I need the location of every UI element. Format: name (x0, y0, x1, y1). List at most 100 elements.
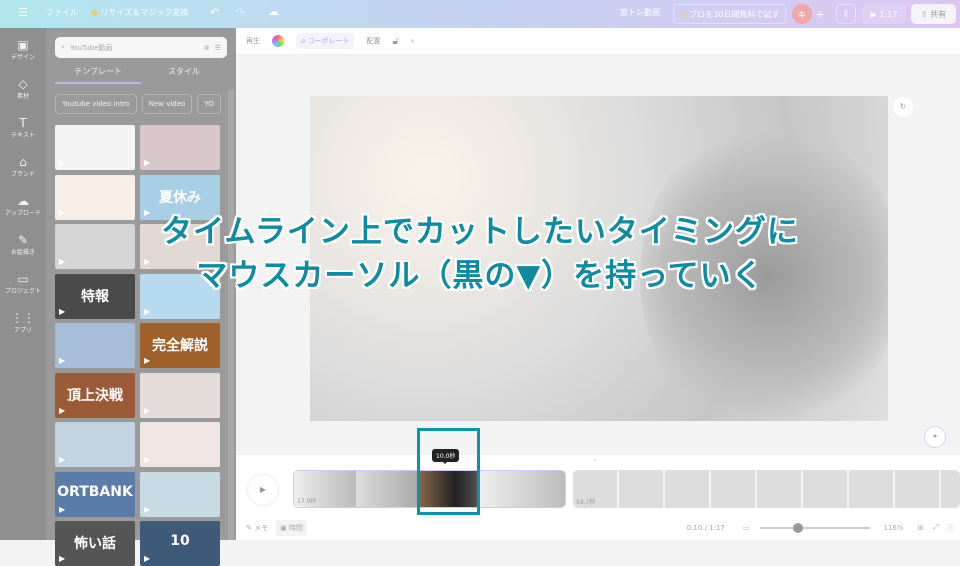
arrange-button[interactable]: 配置 (366, 36, 380, 46)
sidebar-item-label: アプリ (13, 327, 32, 334)
share-button[interactable]: ⇧ 共有 (911, 4, 956, 24)
template-thumbnail[interactable]: ▶ (55, 323, 135, 368)
clip-2-duration: 59.7秒 (576, 499, 596, 506)
tab-templates[interactable]: テンプレート (55, 66, 141, 84)
zoom-percent[interactable]: 116% (884, 524, 904, 532)
color-icon[interactable] (272, 35, 284, 47)
magic-sparkle-icon[interactable]: ✦ (924, 426, 946, 448)
mute-icon[interactable]: 🔇︎ (411, 37, 415, 46)
project-name[interactable]: 筋トレ動画 (620, 7, 660, 18)
template-title: 10 (170, 533, 190, 549)
sidebar-item-0[interactable]: ▣ デザイン (0, 38, 46, 61)
timer-label: 時間 (288, 523, 303, 532)
template-thumbnail[interactable]: ▶ (55, 422, 135, 467)
template-thumbnail[interactable]: ORTBANK ▶ (55, 471, 135, 517)
sidebar-item-1[interactable]: ◇ 素材 (0, 77, 46, 100)
clip-2[interactable]: 59.7秒 (573, 470, 960, 508)
bottom-bar: ✎ メモ ▣ 時間 0:10 / 1:17 ▭ 116% ⊞ ⤢ ⓘ (236, 515, 960, 540)
add-collaborator-icon[interactable]: + (812, 4, 828, 24)
template-title: 夏休み (159, 189, 201, 206)
sidebar-icon: ◇ (18, 77, 28, 91)
template-thumbnail[interactable]: ▶ (140, 422, 220, 467)
zoom-slider-knob[interactable] (792, 522, 803, 533)
template-title: ORTBANK (57, 483, 133, 500)
page-view-icon[interactable]: ▭ (743, 524, 750, 532)
play-button[interactable]: ▶ (248, 475, 278, 505)
template-thumbnail[interactable]: ▶ (140, 471, 220, 517)
pro-trial-label: プロを30日間無料で試す (689, 9, 780, 19)
chip-more[interactable]: YO (197, 94, 221, 114)
sidebar-icon: T (19, 116, 27, 130)
play-icon: ▶ (144, 554, 151, 563)
lock-icon[interactable]: 🔓︎ (392, 36, 398, 47)
editor-toolbar: 再生 ⌀ コーポレート 配置 🔓︎ 🔇︎ (236, 28, 960, 55)
play-icon: ▶ (144, 455, 151, 464)
template-thumbnail[interactable]: ▶ (140, 125, 220, 170)
fullscreen-icon[interactable]: ⤢ (933, 523, 939, 532)
template-thumbnail[interactable]: 10 ▶ (140, 521, 220, 566)
sidebar-item-7[interactable]: ⋮⋮ アプリ (0, 311, 46, 334)
play-icon: ▶ (144, 306, 151, 316)
upload-icon: ⇧ (920, 9, 928, 19)
corporate-label: コーポレート (307, 37, 350, 45)
cloud-icon[interactable]: ☁ (268, 5, 279, 18)
help-icon[interactable]: ⓘ (947, 523, 954, 533)
panel-scrollbar[interactable] (228, 90, 234, 540)
resize-button[interactable]: ● リサイズ＆マジック変換 (91, 7, 188, 18)
play-icon: ▶ (59, 554, 66, 563)
play-icon: ▶ (870, 9, 877, 19)
notes-button[interactable]: ✎ メモ (246, 523, 268, 533)
undo-icon[interactable]: ↶ (210, 6, 219, 19)
play-icon: ▶ (144, 356, 151, 365)
play-setting-button[interactable]: 再生 (246, 36, 260, 46)
play-icon: ▶ (59, 455, 66, 464)
share-label: 共有 (930, 9, 947, 19)
clear-icon[interactable]: ⊗ (204, 44, 210, 52)
present-button[interactable]: ▶ 1:17 (862, 4, 906, 24)
sidebar-item-label: テキスト (11, 132, 35, 139)
search-icon: ⌕ (61, 43, 65, 51)
play-icon: ▶ (144, 504, 151, 514)
timer-button[interactable]: ▣ 時間 (276, 519, 307, 536)
pro-trial-button[interactable]: ♛ プロを30日間無料で試す (673, 4, 786, 24)
crown-icon: ♛ (679, 9, 687, 19)
template-thumbnail[interactable]: 完全解説 ▶ (140, 323, 220, 368)
menu-icon[interactable]: ☰ (18, 6, 28, 19)
zoom-slider[interactable] (759, 522, 870, 533)
template-thumbnail[interactable]: ▶ (140, 372, 220, 418)
chip-new-video[interactable]: New video (141, 94, 193, 114)
collapse-chevron-icon[interactable]: ⌄ (592, 455, 598, 463)
crown-icon: ● (91, 8, 98, 17)
refresh-icon[interactable]: ↻ (893, 97, 913, 117)
sidebar-item-2[interactable]: T テキスト (0, 116, 46, 139)
redo-icon[interactable]: ↷ (236, 6, 245, 19)
notes-label: メモ (254, 523, 269, 532)
template-thumbnail[interactable]: 頂上決戦 ▶ (55, 372, 135, 418)
sidebar-icon: ▣ (17, 38, 29, 52)
caption-line-2: マウスカーソル（黒の▼）を持っていく (196, 258, 764, 294)
play-icon: ▶ (59, 504, 66, 514)
template-title: 怖い話 (74, 536, 116, 552)
top-bar: ☰ ファイル ● リサイズ＆マジック変換 ↶ ↷ ☁ 筋トレ動画 ♛ プロを30… (0, 0, 960, 28)
tab-styles[interactable]: スタイル (141, 66, 227, 84)
grid-icon[interactable]: ⊞ (918, 524, 924, 532)
template-thumbnail[interactable]: 怖い話 ▶ (55, 521, 135, 566)
template-thumbnail[interactable]: ▶ (55, 125, 135, 170)
insights-icon[interactable]: ⫼ (836, 4, 856, 24)
search-placeholder: YouTube動画 (69, 43, 113, 52)
play-icon: ▶ (59, 405, 66, 415)
time-readout: 0:10 / 1:17 (686, 523, 725, 532)
chip-youtube-intro[interactable]: Youtube video intro (55, 94, 137, 114)
sidebar-item-label: 素材 (16, 93, 29, 100)
play-icon: ▶ (144, 405, 151, 415)
file-menu[interactable]: ファイル (46, 7, 78, 18)
corporate-button[interactable]: ⌀ コーポレート (296, 33, 355, 49)
sidebar-item-3[interactable]: ⌂ ブランド (0, 155, 46, 178)
sidebar-icon: ⋮⋮ (11, 311, 35, 325)
filter-icon[interactable]: ☰ (215, 44, 221, 52)
resize-label: リサイズ＆マジック変換 (100, 8, 189, 17)
search-input[interactable]: ⌕ YouTube動画 ⊗ ☰ (55, 37, 227, 58)
avatar[interactable]: キ (792, 4, 812, 24)
play-icon: ▶ (144, 158, 151, 167)
sidebar-item-label: デザイン (10, 54, 35, 61)
